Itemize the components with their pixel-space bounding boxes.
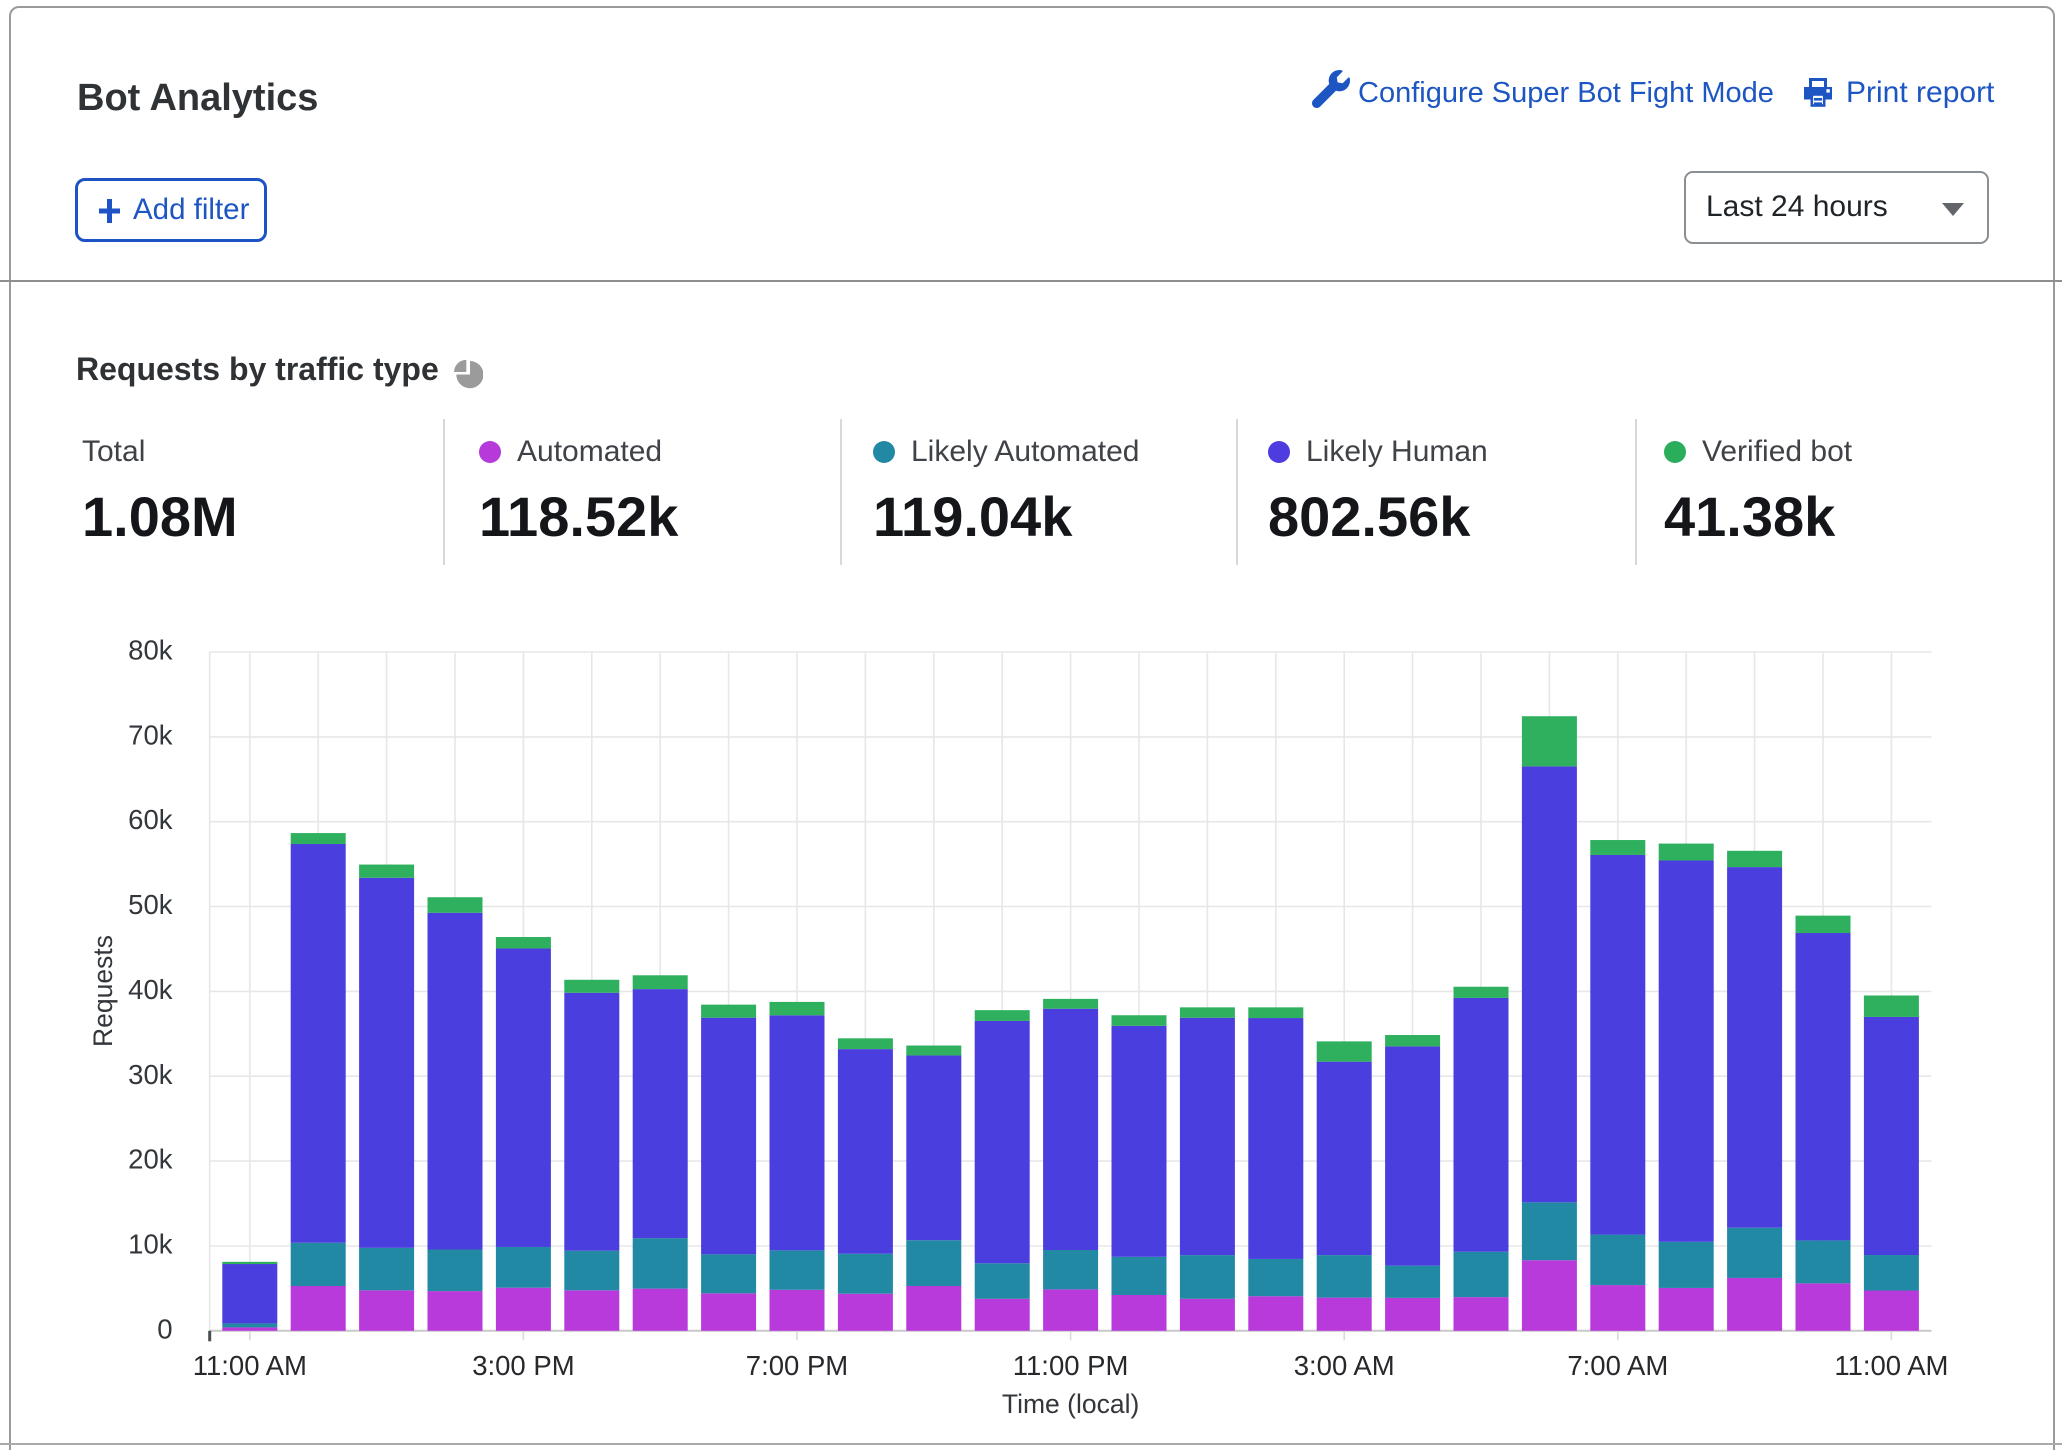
svg-text:70k: 70k xyxy=(128,719,173,750)
svg-text:40k: 40k xyxy=(128,974,173,1005)
svg-text:11:00 AM: 11:00 AM xyxy=(193,1350,307,1381)
svg-text:Requests: Requests xyxy=(88,935,118,1047)
svg-text:3:00 PM: 3:00 PM xyxy=(472,1350,574,1381)
svg-text:60k: 60k xyxy=(128,804,173,835)
svg-text:10k: 10k xyxy=(128,1229,173,1260)
svg-text:11:00 AM: 11:00 AM xyxy=(1834,1350,1948,1381)
svg-text:0: 0 xyxy=(157,1313,172,1344)
svg-text:20k: 20k xyxy=(128,1144,173,1175)
svg-text:7:00 PM: 7:00 PM xyxy=(746,1350,848,1381)
svg-text:7:00 AM: 7:00 AM xyxy=(1567,1350,1668,1381)
svg-text:Time (local): Time (local) xyxy=(1002,1389,1139,1419)
svg-text:80k: 80k xyxy=(128,635,173,666)
svg-text:11:00 PM: 11:00 PM xyxy=(1013,1350,1129,1381)
svg-text:3:00 AM: 3:00 AM xyxy=(1294,1350,1395,1381)
svg-text:50k: 50k xyxy=(128,889,173,920)
svg-text:30k: 30k xyxy=(128,1059,173,1090)
